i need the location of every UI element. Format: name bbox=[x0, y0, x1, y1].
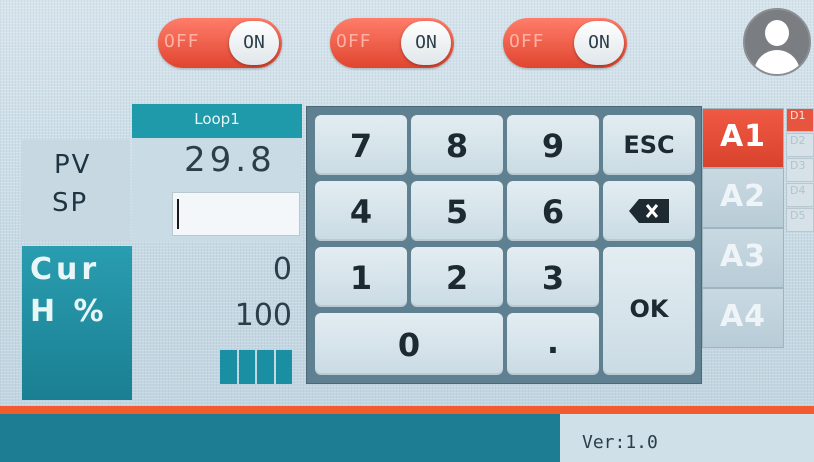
backspace-icon bbox=[629, 199, 669, 223]
backspace-button[interactable] bbox=[603, 181, 695, 241]
level-segment bbox=[275, 350, 292, 384]
key-5[interactable]: 5 bbox=[411, 181, 503, 241]
key-label: 6 bbox=[541, 193, 565, 231]
toggle-off-label: OFF bbox=[336, 31, 372, 52]
key-label: 1 bbox=[349, 259, 373, 297]
level-segment bbox=[220, 350, 237, 384]
alarm-button-a1[interactable]: A1 bbox=[702, 108, 784, 168]
key-0[interactable]: 0 bbox=[315, 313, 503, 375]
key-9[interactable]: 9 bbox=[507, 115, 599, 175]
toggle-on-label: ON bbox=[415, 32, 437, 53]
toggle-switch-2[interactable]: OFF ON bbox=[330, 18, 454, 68]
alarm-button-a4[interactable]: A4 bbox=[702, 288, 784, 348]
numeric-keypad: 7 8 9 ESC 4 5 6 1 2 3 OK 0 . bbox=[306, 106, 702, 384]
level-segment bbox=[257, 350, 274, 384]
key-8[interactable]: 8 bbox=[411, 115, 503, 175]
toggle-knob[interactable]: ON bbox=[229, 21, 279, 65]
hmi-screen: OFF ON OFF ON OFF ON Loop1 PV SP 29.8 Cu… bbox=[0, 0, 814, 462]
toggle-switch-3[interactable]: OFF ON bbox=[503, 18, 627, 68]
cur-label: Cur bbox=[30, 252, 101, 287]
key-4[interactable]: 4 bbox=[315, 181, 407, 241]
key-label: 7 bbox=[349, 127, 373, 165]
esc-button[interactable]: ESC bbox=[603, 115, 695, 175]
digital-indicator-d1[interactable]: D1 bbox=[786, 108, 814, 132]
key-label: 9 bbox=[541, 127, 565, 165]
key-7[interactable]: 7 bbox=[315, 115, 407, 175]
loop-title[interactable]: Loop1 bbox=[132, 104, 302, 138]
pv-value: 29.8 bbox=[184, 140, 276, 180]
toggle-off-label: OFF bbox=[509, 31, 545, 52]
user-avatar-icon[interactable] bbox=[743, 8, 811, 76]
toggle-knob[interactable]: ON bbox=[401, 21, 451, 65]
version-text: Ver:1.0 bbox=[582, 432, 658, 453]
key-label: 4 bbox=[349, 193, 373, 231]
h-percent-value: 100 bbox=[234, 298, 292, 333]
ok-button[interactable]: OK bbox=[603, 247, 695, 375]
key-label: ESC bbox=[623, 131, 675, 159]
key-decimal[interactable]: . bbox=[507, 313, 599, 375]
digital-indicator-d5[interactable]: D5 bbox=[786, 208, 814, 232]
key-label: OK bbox=[629, 295, 669, 323]
status-divider bbox=[0, 406, 814, 414]
key-1[interactable]: 1 bbox=[315, 247, 407, 307]
cur-value: 0 bbox=[272, 252, 292, 287]
footer-bar bbox=[0, 414, 814, 462]
digital-indicator-column: D1 D2 D3 D4 D5 bbox=[786, 108, 814, 233]
avatar-head bbox=[765, 20, 789, 46]
key-label: 3 bbox=[541, 259, 565, 297]
toggle-switch-1[interactable]: OFF ON bbox=[158, 18, 282, 68]
toggle-knob[interactable]: ON bbox=[574, 21, 624, 65]
key-2[interactable]: 2 bbox=[411, 247, 503, 307]
digital-indicator-d2[interactable]: D2 bbox=[786, 133, 814, 157]
pv-label: PV bbox=[54, 150, 92, 180]
sp-input[interactable] bbox=[172, 192, 300, 236]
digital-indicator-d3[interactable]: D3 bbox=[786, 158, 814, 182]
level-segment bbox=[238, 350, 255, 384]
key-label: 0 bbox=[397, 326, 421, 364]
avatar-body bbox=[754, 50, 800, 74]
alarm-button-a3[interactable]: A3 bbox=[702, 228, 784, 288]
toggle-on-label: ON bbox=[243, 32, 265, 53]
key-label: 2 bbox=[445, 259, 469, 297]
text-caret bbox=[177, 199, 179, 229]
output-level-bar bbox=[220, 350, 292, 384]
sp-label: SP bbox=[52, 188, 89, 218]
h-percent-label: H % bbox=[30, 294, 108, 329]
key-3[interactable]: 3 bbox=[507, 247, 599, 307]
toggle-on-label: ON bbox=[588, 32, 610, 53]
digital-indicator-d4[interactable]: D4 bbox=[786, 183, 814, 207]
key-label: 5 bbox=[445, 193, 469, 231]
alarm-button-a2[interactable]: A2 bbox=[702, 168, 784, 228]
key-label: . bbox=[546, 323, 560, 361]
key-label: 8 bbox=[445, 127, 469, 165]
toggle-off-label: OFF bbox=[164, 31, 200, 52]
key-6[interactable]: 6 bbox=[507, 181, 599, 241]
